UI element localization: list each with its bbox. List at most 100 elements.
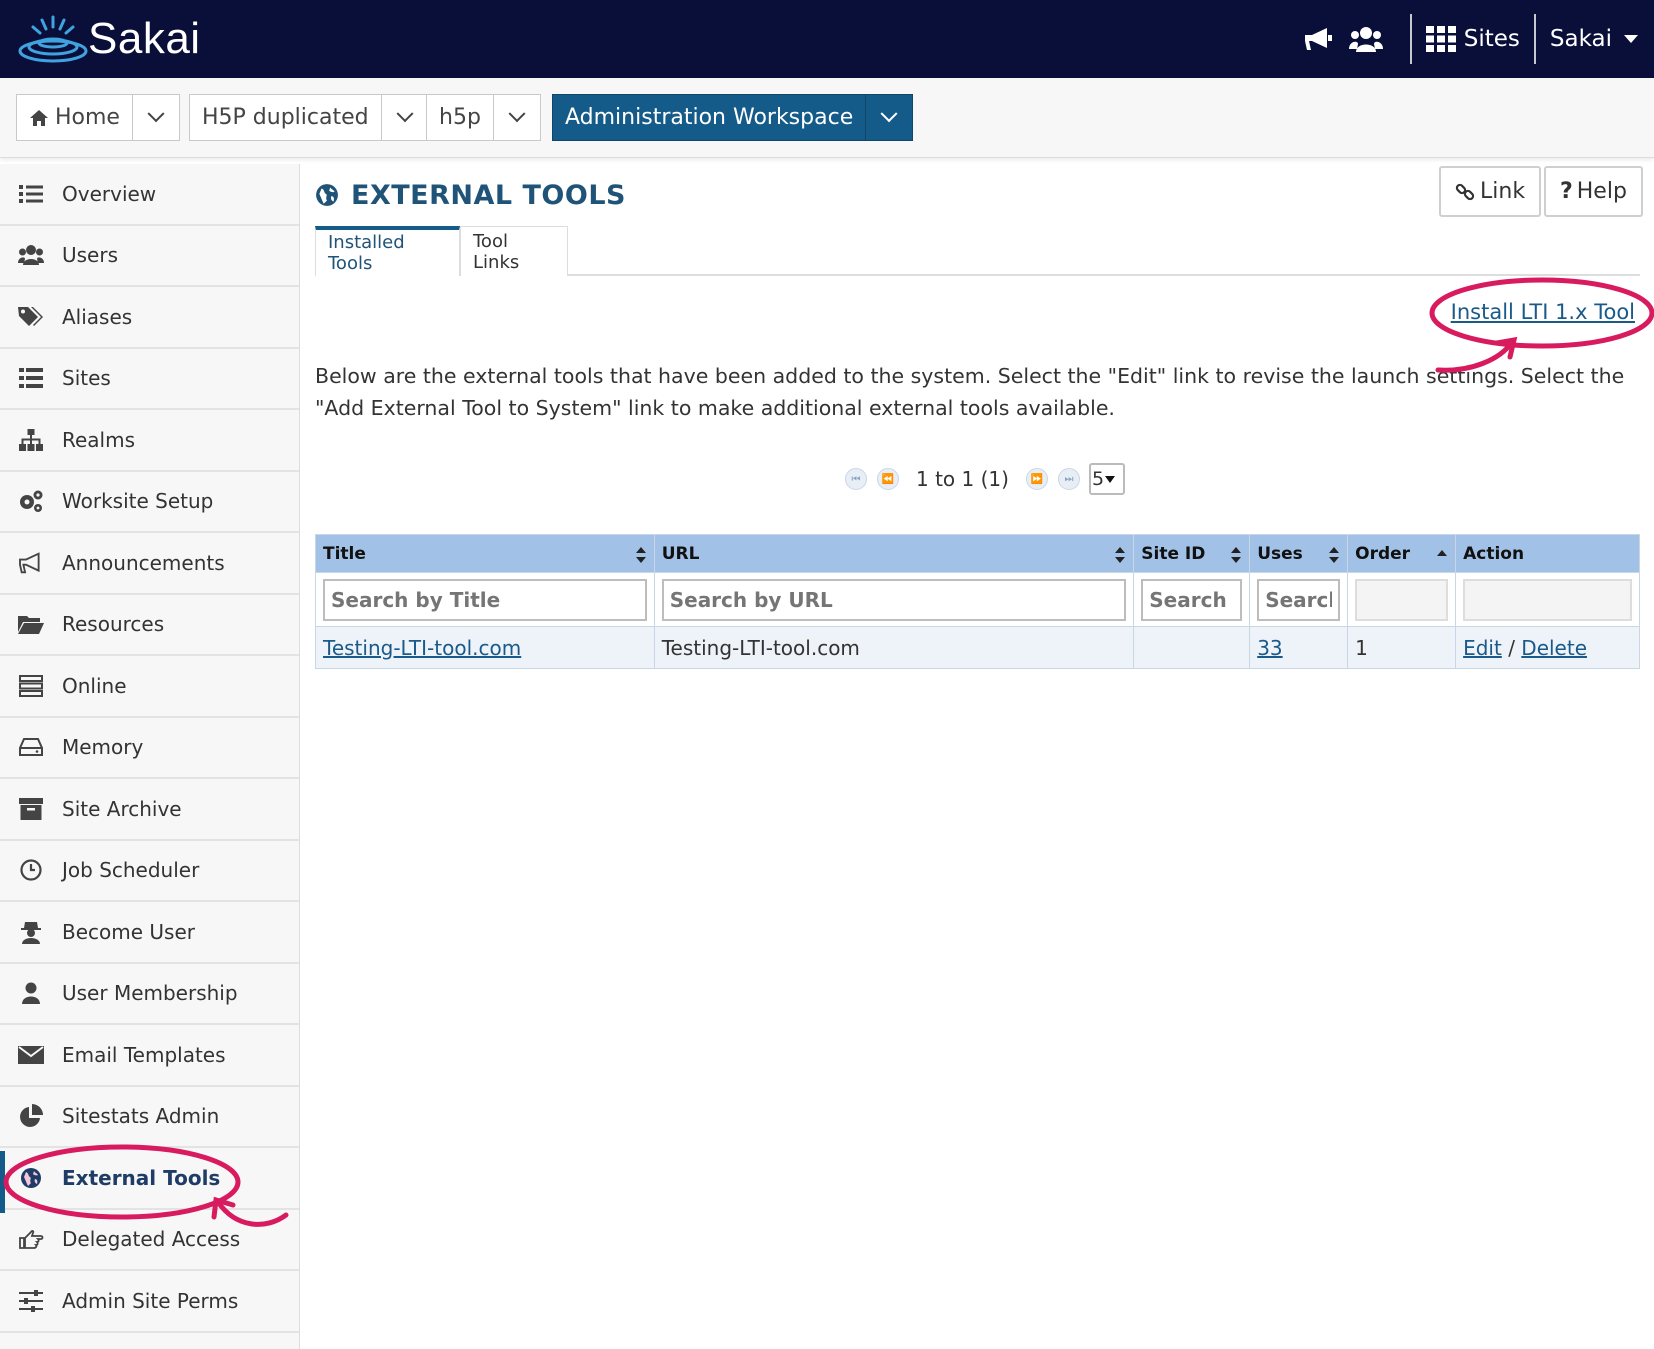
- sidebar-item-user-membership[interactable]: User Membership: [0, 963, 299, 1025]
- sitemap-icon: [18, 427, 44, 453]
- sidebar-item-label: Online: [62, 673, 127, 698]
- tool-url: Testing-LTI-tool.com: [653, 626, 1135, 669]
- tool-actions: Edit / Delete: [1455, 626, 1640, 669]
- megaphone-icon: [18, 550, 44, 576]
- sidebar-item-label: External Tools: [62, 1165, 221, 1190]
- site-tab-home[interactable]: Home: [16, 94, 180, 141]
- tab-label: Installed Tools: [328, 232, 405, 274]
- sort-icon: [1231, 547, 1242, 563]
- sidebar-item-label: Worksite Setup: [62, 489, 214, 514]
- sites-button[interactable]: Sites: [1425, 26, 1520, 52]
- brand-name: Sakai: [88, 14, 201, 63]
- list-icon: [18, 181, 44, 207]
- site-tab-label: Home: [55, 105, 120, 130]
- last-page-icon[interactable]: ⏭: [1057, 468, 1080, 490]
- sidebar-item-aliases[interactable]: Aliases: [0, 287, 299, 349]
- sidebar-item-label: Sitestats Admin: [62, 1104, 220, 1129]
- sidebar-item-label: Aliases: [62, 304, 133, 329]
- delete-link[interactable]: Delete: [1521, 636, 1587, 660]
- sidebar-item-resources[interactable]: Resources: [0, 594, 299, 656]
- url-search-input[interactable]: [661, 578, 1127, 621]
- sidebar-item-sites[interactable]: Sites: [0, 348, 299, 410]
- site-tab-dropdown[interactable]: [133, 95, 179, 140]
- user-menu-button[interactable]: Sakai: [1550, 26, 1654, 52]
- action-separator: /: [1508, 635, 1515, 660]
- tool-uses-link[interactable]: 33: [1257, 636, 1282, 660]
- question-icon: ?: [1560, 179, 1573, 204]
- site-tabs-bar: Home H5P duplicated h5p Administration W…: [0, 78, 1654, 158]
- tab-tool-links[interactable]: Tool Links: [460, 226, 568, 276]
- sidebar-item-realms[interactable]: Realms: [0, 410, 299, 472]
- clock-icon: [18, 857, 44, 883]
- column-header-order[interactable]: Order: [1347, 534, 1457, 573]
- order-filter-placeholder: [1355, 578, 1449, 621]
- column-header-title[interactable]: Title: [315, 534, 655, 573]
- tool-tabs: Installed Tools Tool Links: [315, 226, 1640, 276]
- users-icon: [18, 242, 44, 268]
- column-header-uses[interactable]: Uses: [1249, 534, 1349, 573]
- sidebar-item-admin-site-perms[interactable]: Admin Site Perms: [0, 1271, 299, 1333]
- sidebar-item-external-tools[interactable]: External Tools: [0, 1148, 299, 1210]
- help-button[interactable]: ? Help: [1544, 166, 1643, 217]
- sidebar-item-online[interactable]: Online: [0, 656, 299, 718]
- archive-icon: [18, 796, 44, 822]
- user-name: Sakai: [1549, 26, 1612, 52]
- first-page-icon[interactable]: ⏮: [845, 468, 867, 490]
- tags-icon: [18, 304, 44, 330]
- sidebar-item-sitestats-admin[interactable]: Sitestats Admin: [0, 1086, 299, 1148]
- tool-title-link[interactable]: Testing-LTI-tool.com: [323, 636, 521, 660]
- site-tab-dropdown[interactable]: [866, 95, 912, 140]
- page-title: EXTERNAL TOOLS: [351, 179, 626, 211]
- site-tab-h5p[interactable]: h5p: [426, 94, 541, 141]
- sidebar-item-label: Site Archive: [62, 796, 182, 821]
- sidebar-item-email-templates[interactable]: Email Templates: [0, 1025, 299, 1087]
- sort-ascending-icon: [1437, 550, 1448, 556]
- site-tab-h5p-duplicated[interactable]: H5P duplicated: [189, 94, 429, 141]
- megaphone-icon[interactable]: [1300, 21, 1336, 57]
- active-item-indicator: [0, 1151, 5, 1213]
- site-tab-administration-workspace[interactable]: Administration Workspace: [552, 94, 914, 141]
- page-size-value: 5: [1091, 468, 1105, 490]
- sidebar-item-announcements[interactable]: Announcements: [0, 533, 299, 595]
- tool-order: 1: [1347, 626, 1457, 669]
- next-page-icon[interactable]: ⏩: [1025, 468, 1048, 490]
- site-tab-dropdown[interactable]: [382, 95, 428, 140]
- caret-down-icon: [1624, 35, 1638, 43]
- sidebar-item-users[interactable]: Users: [0, 225, 299, 287]
- sort-icon: [1115, 547, 1126, 563]
- navbar-divider: [1533, 14, 1536, 64]
- previous-page-icon[interactable]: ⏪: [877, 468, 899, 490]
- gears-icon: [18, 488, 44, 514]
- sidebar-item-delegated-access[interactable]: Delegated Access: [0, 1209, 299, 1271]
- sakai-logo[interactable]: Sakai: [18, 12, 201, 66]
- filter-row: [315, 572, 1640, 627]
- uses-search-input[interactable]: [1257, 578, 1341, 621]
- pie-chart-icon: [18, 1103, 44, 1129]
- top-navbar: Sakai Sites Sakai: [0, 0, 1654, 78]
- column-header-site-id[interactable]: Site ID: [1133, 534, 1251, 573]
- sidebar-item-job-scheduler[interactable]: Job Scheduler: [0, 840, 299, 902]
- globe-icon: [316, 184, 338, 206]
- sidebar-item-label: Become User: [62, 919, 195, 944]
- install-lti-tool-link[interactable]: Install LTI 1.x Tool: [1451, 300, 1635, 324]
- sidebar-item-become-user[interactable]: Become User: [0, 902, 299, 964]
- edit-link[interactable]: Edit: [1463, 636, 1502, 660]
- sakai-logo-icon: [18, 15, 88, 63]
- title-search-input[interactable]: [323, 578, 647, 621]
- column-header-url[interactable]: URL: [653, 534, 1135, 573]
- sidebar-item-label: Delegated Access: [62, 1227, 241, 1252]
- site-id-search-input[interactable]: [1141, 578, 1243, 621]
- page-size-select[interactable]: 5: [1088, 463, 1125, 495]
- table-header-row: Title URL Site ID Uses Order Action: [315, 534, 1640, 573]
- sidebar-item-overview[interactable]: Overview: [0, 164, 299, 226]
- tab-installed-tools[interactable]: Installed Tools: [315, 226, 460, 276]
- sites-list-icon: [18, 365, 44, 391]
- sidebar-item-label: Admin Site Perms: [62, 1288, 239, 1313]
- sidebar-item-worksite-setup[interactable]: Worksite Setup: [0, 471, 299, 533]
- sidebar-item-site-archive[interactable]: Site Archive: [0, 779, 299, 841]
- users-icon[interactable]: [1348, 21, 1384, 57]
- folder-icon: [18, 611, 44, 637]
- link-button[interactable]: Link: [1439, 166, 1542, 217]
- site-tab-dropdown[interactable]: [494, 95, 540, 140]
- sidebar-item-memory[interactable]: Memory: [0, 717, 299, 779]
